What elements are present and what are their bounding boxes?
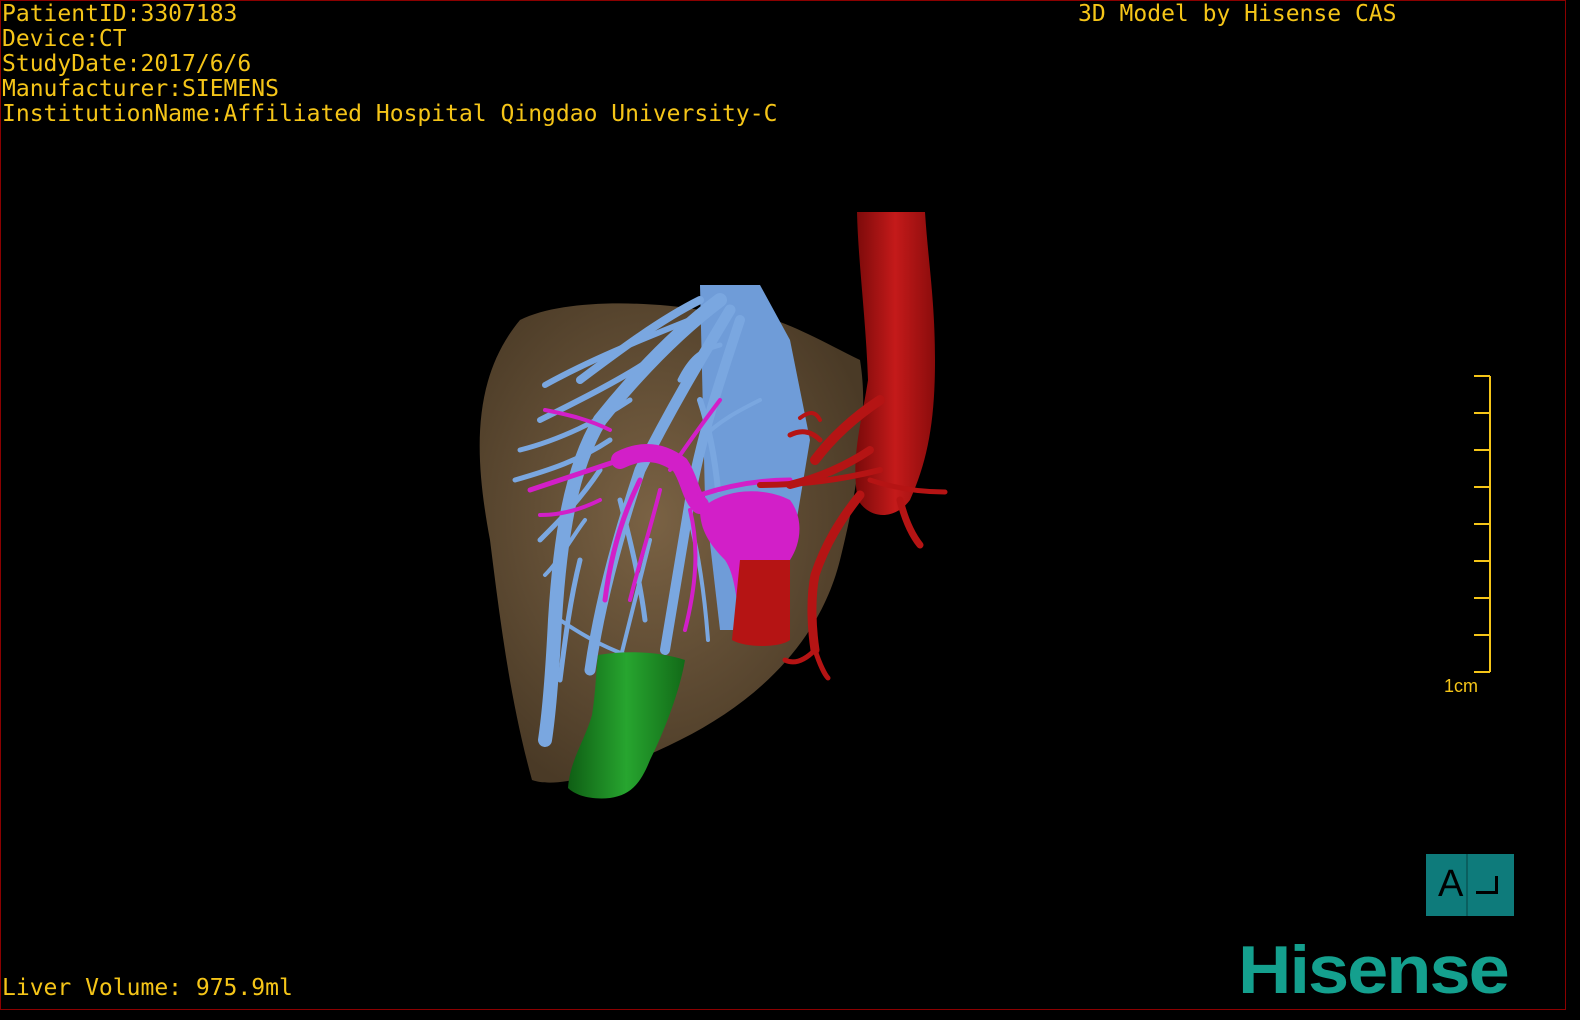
orientation-divider xyxy=(1466,854,1468,916)
model-credit-label: 3D Model by Hisense CAS xyxy=(1078,1,1397,27)
orientation-cube-icon[interactable]: A xyxy=(1426,854,1514,916)
orientation-corner-icon xyxy=(1476,876,1498,894)
liver-volume-label: Liver Volume: 975.9ml xyxy=(2,975,293,1001)
scale-bar xyxy=(1474,375,1491,673)
institution-label: InstitutionName:Affiliated Hospital Qing… xyxy=(2,101,778,127)
manufacturer-label: Manufacturer:SIEMENS xyxy=(2,76,279,102)
scale-bar-label: 1cm xyxy=(1444,676,1479,696)
hisense-logo: Hisense xyxy=(1238,931,1510,1008)
3d-viewport[interactable] xyxy=(0,0,1580,1020)
patient-info-overlay: PatientID:3307183 Device:CT StudyDate:20… xyxy=(2,2,777,127)
liver-model xyxy=(479,303,864,783)
orientation-letter: A xyxy=(1438,863,1464,905)
device-label: Device:CT xyxy=(2,26,127,52)
study-date-label: StudyDate:2017/6/6 xyxy=(2,51,252,77)
patient-id-label: PatientID:3307183 xyxy=(2,1,238,27)
